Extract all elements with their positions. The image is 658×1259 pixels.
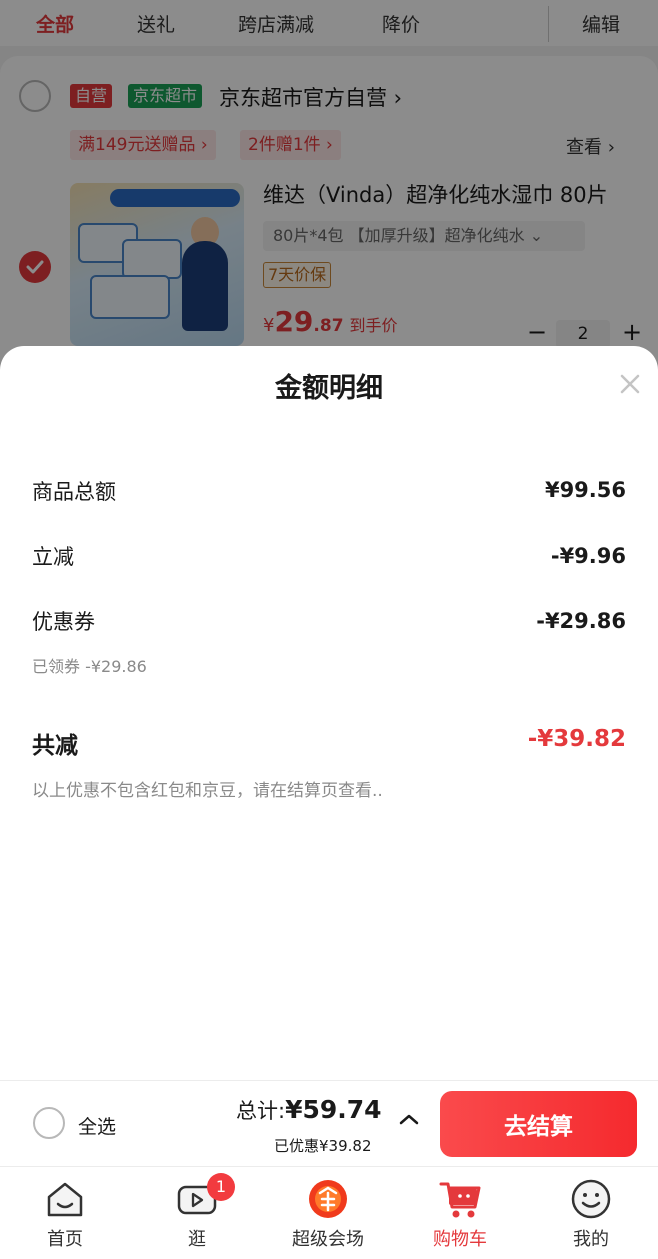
- total-discount-label: 共减: [32, 733, 78, 759]
- close-icon[interactable]: [616, 370, 644, 398]
- instant-discount-value: -¥9.96: [550, 544, 626, 568]
- disclaimer-text: 以上优惠不包含红包和京豆，请在结算页查看..: [32, 781, 383, 801]
- venue-icon: [309, 1180, 347, 1218]
- chevron-up-icon[interactable]: [398, 1111, 420, 1127]
- home-icon: [47, 1182, 83, 1217]
- instant-discount-label: 立减: [32, 545, 74, 569]
- subtotal-value: ¥99.56: [544, 478, 626, 502]
- bottom-tab-bar: 首页 1 逛 超级会场 购物车 我的: [0, 1166, 658, 1259]
- profile-icon: [571, 1179, 611, 1219]
- checkout-button[interactable]: 去结算: [440, 1091, 637, 1157]
- nav-home[interactable]: 首页: [15, 1167, 115, 1259]
- coupon-label: 优惠券: [32, 610, 95, 634]
- sheet-title: 金额明细: [275, 373, 383, 404]
- saved-amount: 已优惠¥39.82: [274, 1137, 372, 1155]
- nav-super-venue[interactable]: 超级会场: [278, 1167, 378, 1259]
- nav-profile[interactable]: 我的: [541, 1167, 641, 1259]
- total-discount-value: -¥39.82: [527, 726, 626, 752]
- checkout-bar: 全选 总计:¥59.74 已优惠¥39.82 去结算: [0, 1080, 658, 1166]
- coupon-value: -¥29.86: [536, 609, 626, 633]
- total-price: 总计:¥59.74: [236, 1095, 382, 1124]
- nav-browse[interactable]: 1 逛: [147, 1167, 247, 1259]
- select-all-radio[interactable]: [33, 1107, 65, 1139]
- nav-cart[interactable]: 购物车: [410, 1167, 510, 1259]
- select-all-label[interactable]: 全选: [78, 1112, 116, 1139]
- subtotal-label: 商品总额: [32, 480, 116, 504]
- coupon-claimed-note: 已领券 -¥29.86: [32, 657, 147, 676]
- cart-icon: [439, 1182, 481, 1218]
- notification-badge: 1: [207, 1173, 235, 1201]
